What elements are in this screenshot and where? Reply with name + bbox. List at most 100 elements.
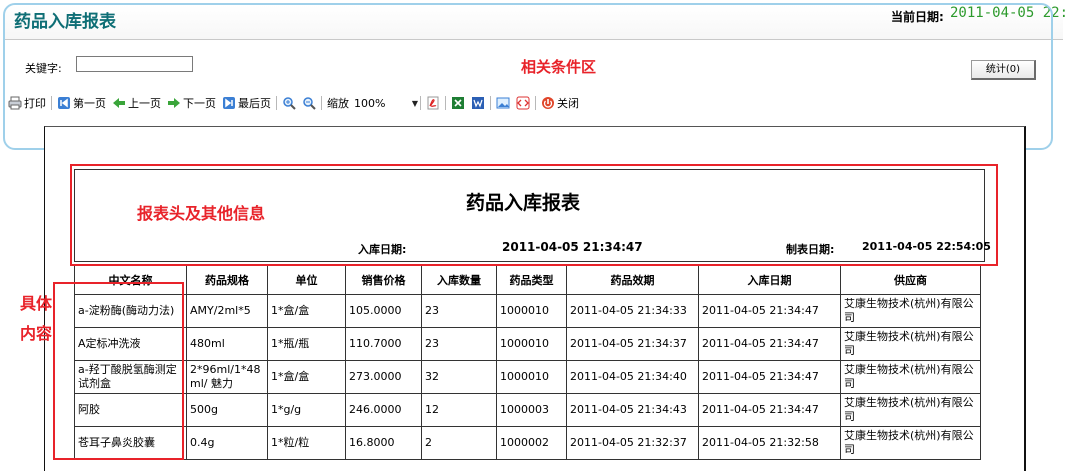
header-info-annotation: 报表头及其他信息 [137, 204, 266, 223]
last-page-label: 最后页 [238, 97, 271, 110]
cell-type: 1000010 [496, 327, 567, 361]
table-row: A定标冲洗液 480ml 1*瓶/瓶 110.7000 23 1000010 2… [74, 327, 981, 361]
table-row: a-羟丁酸脱氢酶测定试剂盒 2*96ml/1*48ml/ 魅力 1*盒/盒 27… [74, 360, 981, 394]
cell-spec: AMY/2ml*5 [186, 294, 268, 328]
column-header: 药品效期 [566, 265, 699, 295]
cell-in-date: 2011-04-05 21:34:47 [698, 360, 841, 394]
cell-price: 273.0000 [345, 360, 422, 394]
cell-supplier: 艾康生物技术(杭州)有限公司 [840, 426, 981, 460]
close-icon [541, 96, 555, 110]
cell-name: 阿胶 [74, 393, 187, 427]
column-header: 中文名称 [74, 265, 187, 295]
cell-price: 105.0000 [345, 294, 422, 328]
cell-in-date: 2011-04-05 21:32:58 [698, 426, 841, 460]
cell-unit: 1*g/g [267, 393, 346, 427]
cell-type: 1000002 [496, 426, 567, 460]
html-export-icon [516, 96, 530, 110]
column-header: 单位 [267, 265, 346, 295]
cell-type: 1000010 [496, 360, 567, 394]
prev-page-label: 上一页 [128, 97, 161, 110]
report-toolbar: 打印 第一页 上一页 下一页 最后页 缩放 100% ▼ 关闭 [5, 92, 582, 114]
cell-expiry: 2011-04-05 21:34:37 [566, 327, 699, 361]
cell-name: A定标冲洗液 [74, 327, 187, 361]
keyword-label: 关键字: [25, 62, 62, 75]
column-header: 入库数量 [421, 265, 497, 295]
cell-quantity: 12 [421, 393, 497, 427]
arrow-right-icon [167, 96, 181, 110]
cell-unit: 1*盒/盒 [267, 360, 346, 394]
cell-name: a-淀粉酶(酶动力法) [74, 294, 187, 328]
cell-expiry: 2011-04-05 21:34:43 [566, 393, 699, 427]
zoom-out-icon [302, 96, 316, 110]
export-html-button[interactable] [513, 96, 533, 110]
first-page-icon [57, 96, 71, 110]
cell-expiry: 2011-04-05 21:34:40 [566, 360, 699, 394]
close-label: 关闭 [557, 97, 579, 110]
report-title: 药品入库报表 [466, 192, 581, 214]
cell-in-date: 2011-04-05 21:34:47 [698, 393, 841, 427]
zoom-out-button[interactable] [299, 96, 319, 110]
cell-quantity: 2 [421, 426, 497, 460]
column-header: 药品规格 [186, 265, 268, 295]
prev-page-button[interactable]: 上一页 [109, 95, 164, 111]
criteria-area-annotation: 相关条件区 [521, 58, 597, 76]
table-row: a-淀粉酶(酶动力法) AMY/2ml*5 1*盒/盒 105.0000 23 … [74, 294, 981, 328]
cell-in-date: 2011-04-05 21:34:47 [698, 294, 841, 328]
table-header-row: 中文名称 药品规格 单位 销售价格 入库数量 药品类型 药品效期 入库日期 供应… [74, 265, 981, 295]
cell-quantity: 32 [421, 360, 497, 394]
column-header: 销售价格 [345, 265, 422, 295]
zoom-select[interactable]: 100% ▼ [354, 95, 418, 111]
cell-supplier: 艾康生物技术(杭州)有限公司 [840, 360, 981, 394]
cell-price: 246.0000 [345, 393, 422, 427]
cell-spec: 0.4g [186, 426, 268, 460]
excel-icon [451, 96, 465, 110]
print-button[interactable]: 打印 [5, 95, 49, 111]
content-annotation-line2: 内容 [20, 324, 53, 343]
made-date-label: 制表日期: [786, 243, 835, 256]
cell-supplier: 艾康生物技术(杭州)有限公司 [840, 393, 981, 427]
zoom-in-button[interactable] [279, 96, 299, 110]
cell-price: 110.7000 [345, 327, 422, 361]
toolbar-divider [51, 96, 52, 110]
cell-name: 苍耳子鼻炎胶囊 [74, 426, 187, 460]
table-row: 苍耳子鼻炎胶囊 0.4g 1*粒/粒 16.8000 2 1000002 201… [74, 426, 981, 460]
zoom-in-icon [282, 96, 296, 110]
statistics-button[interactable]: 统计(0) [971, 60, 1036, 80]
close-button[interactable]: 关闭 [538, 95, 582, 111]
export-image-button[interactable] [493, 96, 513, 110]
cell-type: 1000010 [496, 294, 567, 328]
pdf-icon [426, 96, 440, 110]
cell-spec: 2*96ml/1*48ml/ 魅力 [186, 360, 268, 394]
zoom-value: 100% [354, 96, 386, 110]
table-row: 阿胶 500g 1*g/g 246.0000 12 1000003 2011-0… [74, 393, 981, 427]
made-date-value: 2011-04-05 22:54:05 [862, 240, 991, 253]
cell-spec: 500g [186, 393, 268, 427]
cell-supplier: 艾康生物技术(杭州)有限公司 [840, 327, 981, 361]
cell-price: 16.8000 [345, 426, 422, 460]
current-date-value: 2011-04-05 22:54 [950, 5, 1066, 21]
keyword-input[interactable] [76, 56, 193, 72]
cell-name: a-羟丁酸脱氢酶测定试剂盒 [74, 360, 187, 394]
first-page-button[interactable]: 第一页 [54, 95, 109, 111]
word-icon [471, 96, 485, 110]
toolbar-divider [276, 96, 277, 110]
export-excel-button[interactable] [448, 96, 468, 110]
last-page-button[interactable]: 最后页 [219, 95, 274, 111]
cell-in-date: 2011-04-05 21:34:47 [698, 327, 841, 361]
export-word-button[interactable] [468, 96, 488, 110]
last-page-icon [222, 96, 236, 110]
column-header: 药品类型 [496, 265, 567, 295]
first-page-label: 第一页 [73, 97, 106, 110]
in-date-value: 2011-04-05 21:34:47 [502, 240, 643, 254]
toolbar-divider [535, 96, 536, 110]
zoom-label: 缩放 [327, 97, 349, 110]
next-page-label: 下一页 [183, 97, 216, 110]
export-pdf-button[interactable] [423, 96, 443, 110]
next-page-button[interactable]: 下一页 [164, 95, 219, 111]
cell-type: 1000003 [496, 393, 567, 427]
toolbar-divider [490, 96, 491, 110]
report-table: 中文名称 药品规格 单位 销售价格 入库数量 药品类型 药品效期 入库日期 供应… [74, 265, 981, 460]
cell-unit: 1*粒/粒 [267, 426, 346, 460]
arrow-left-icon [112, 96, 126, 110]
cell-expiry: 2011-04-05 21:34:33 [566, 294, 699, 328]
